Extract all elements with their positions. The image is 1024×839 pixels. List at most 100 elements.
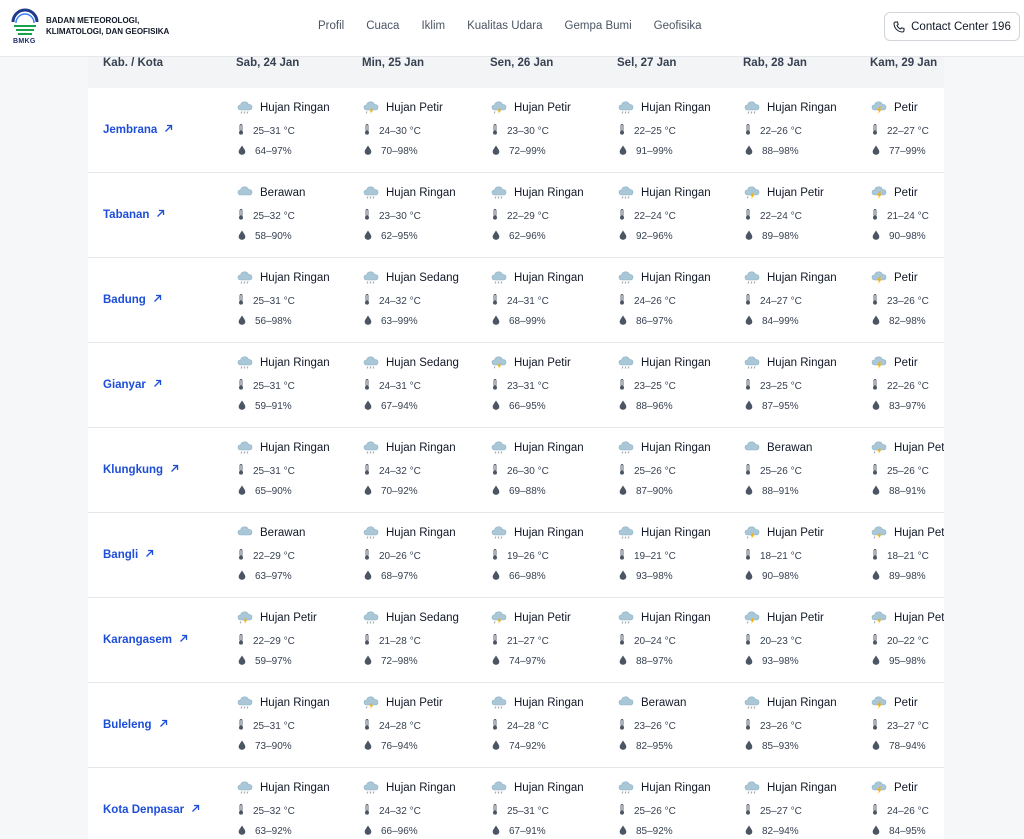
city-link[interactable]: Tabanan [103, 209, 165, 221]
droplet-icon [619, 655, 627, 668]
temperature-value: 25–26 °C [634, 805, 676, 817]
humidity-range: 74–97% [492, 655, 546, 668]
forecast-cell: Hujan Petir 20–23 °C 93–98% [743, 598, 869, 678]
nav-item-geofisika[interactable]: Geofisika [654, 20, 702, 32]
condition-label: Berawan [767, 441, 813, 454]
humidity-range: 63–92% [238, 825, 292, 838]
thermometer-icon [238, 634, 244, 648]
table-row: Jembrana Hujan Ringan 25–31 °C 64–97% Hujan … [88, 88, 944, 173]
humidity-value: 62–95% [381, 231, 418, 242]
condition-label: Hujan Ringan [641, 271, 711, 284]
droplet-icon [364, 230, 372, 243]
humidity-range: 85–93% [745, 740, 799, 753]
contact-center-button[interactable]: Contact Center 196 [884, 12, 1020, 41]
thermometer-icon [619, 464, 625, 478]
humidity-value: 70–98% [381, 146, 418, 157]
city-link[interactable]: Karangasem [103, 634, 188, 646]
column-header-day: Rab, 28 Jan [743, 57, 807, 69]
temperature-value: 24–27 °C [760, 295, 802, 307]
weather-condition: Hujan Ringan [617, 438, 711, 457]
thermometer-icon [238, 464, 244, 478]
weather-condition: Hujan Ringan [362, 523, 456, 542]
temperature-value: 19–21 °C [634, 550, 676, 562]
site-header: BMKG BADAN METEOROLOGI, KLIMATOLOGI, DAN… [0, 0, 1024, 57]
humidity-value: 88–98% [762, 146, 799, 157]
droplet-icon [872, 570, 880, 583]
nav-item-kualitas-udara[interactable]: Kualitas Udara [467, 20, 542, 32]
thermometer-icon [492, 209, 498, 223]
forecast-cell: Hujan Ringan 24–28 °C 74–92% [490, 683, 616, 763]
external-arrow-icon [153, 379, 162, 391]
nav-item-profil[interactable]: Profil [318, 20, 344, 32]
thermometer-icon [364, 294, 370, 308]
droplet-icon [872, 145, 880, 158]
forecast-cell: Hujan Ringan 22–24 °C 92–96% [617, 173, 743, 253]
nav-item-cuaca[interactable]: Cuaca [366, 20, 399, 32]
external-arrow-icon [145, 549, 154, 561]
forecast-cell: Hujan Ringan 25–26 °C 87–90% [617, 428, 743, 508]
temperature-range: 22–29 °C [492, 209, 549, 223]
nav-item-gempa-bumi[interactable]: Gempa Bumi [565, 20, 632, 32]
humidity-range: 78–94% [872, 740, 926, 753]
thermometer-icon [619, 209, 625, 223]
humidity-range: 87–95% [745, 400, 799, 413]
city-name: Bangli [103, 549, 139, 561]
forecast-cell: Hujan Ringan 19–21 °C 93–98% [617, 513, 743, 593]
humidity-range: 88–91% [745, 485, 799, 498]
thermometer-icon [238, 124, 244, 138]
humidity-range: 90–98% [745, 570, 799, 583]
thermometer-icon [745, 464, 751, 478]
external-arrow-icon [170, 464, 179, 476]
temperature-value: 24–31 °C [507, 295, 549, 307]
city-link[interactable]: Badung [103, 294, 162, 306]
thermometer-icon [745, 294, 751, 308]
humidity-range: 66–95% [492, 400, 546, 413]
column-header-city: Kab. / Kota [103, 57, 164, 69]
thermometer-icon [745, 209, 751, 223]
temperature-value: 24–26 °C [634, 295, 676, 307]
temperature-range: 22–24 °C [745, 209, 802, 223]
light-rain-icon [743, 353, 762, 372]
droplet-icon [364, 570, 372, 583]
humidity-range: 86–97% [619, 315, 673, 328]
bmkg-logo[interactable]: BMKG [10, 8, 40, 46]
temperature-value: 23–25 °C [634, 380, 676, 392]
phone-icon [893, 21, 905, 33]
forecast-cell: Hujan Petir 24–28 °C 76–94% [362, 683, 488, 763]
city-link[interactable]: Gianyar [103, 379, 162, 391]
weather-condition: Hujan Ringan [236, 268, 330, 287]
temperature-range: 25–26 °C [619, 464, 676, 478]
droplet-icon [238, 485, 246, 498]
city-link[interactable]: Klungkung [103, 464, 179, 476]
city-link[interactable]: Buleleng [103, 719, 168, 731]
condition-label: Hujan Petir [767, 611, 824, 624]
humidity-range: 72–98% [364, 655, 418, 668]
condition-label: Hujan Ringan [641, 356, 711, 369]
city-link[interactable]: Bangli [103, 549, 154, 561]
humidity-value: 76–94% [381, 741, 418, 752]
humidity-value: 69–88% [509, 486, 546, 497]
droplet-icon [619, 315, 627, 328]
humidity-value: 72–98% [381, 656, 418, 667]
temperature-value: 23–26 °C [760, 720, 802, 732]
forecast-cell: Hujan Ringan 25–26 °C 85–92% [617, 768, 743, 839]
city-link[interactable]: Jembrana [103, 124, 173, 136]
condition-label: Hujan Ringan [641, 526, 711, 539]
droplet-icon [238, 570, 246, 583]
weather-condition: Hujan Sedang [362, 608, 459, 627]
weather-condition: Hujan Ringan [236, 438, 330, 457]
humidity-range: 88–91% [872, 485, 926, 498]
droplet-icon [364, 825, 372, 838]
humidity-range: 59–97% [238, 655, 292, 668]
thermometer-icon [364, 719, 370, 733]
humidity-value: 56–98% [255, 316, 292, 327]
temperature-value: 18–21 °C [760, 550, 802, 562]
city-link[interactable]: Kota Denpasar [103, 804, 200, 816]
droplet-icon [364, 315, 372, 328]
city-name: Jembrana [103, 124, 158, 136]
humidity-value: 58–90% [255, 231, 292, 242]
nav-item-iklim[interactable]: Iklim [421, 20, 445, 32]
humidity-range: 72–99% [492, 145, 546, 158]
temperature-value: 25–31 °C [253, 380, 295, 392]
temperature-range: 19–26 °C [492, 549, 549, 563]
